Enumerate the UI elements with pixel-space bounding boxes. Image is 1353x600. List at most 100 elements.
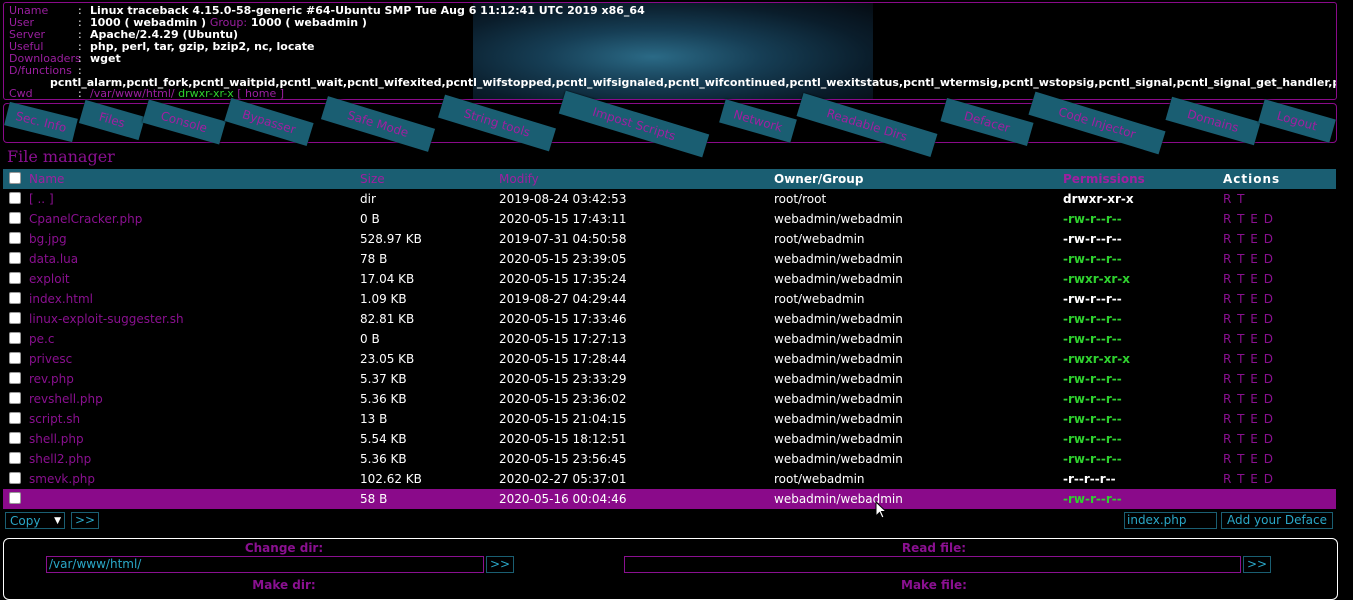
file-name-link[interactable]: bg.jpg [29, 229, 67, 249]
file-row[interactable]: shell.php 5.54 KB 2020-05-15 18:12:51 webad… [3, 429, 1336, 449]
file-actions[interactable]: R T E D [1223, 429, 1274, 449]
row-checkbox[interactable] [9, 472, 21, 484]
file-name-link[interactable]: rev.php [29, 369, 74, 389]
file-permissions[interactable]: -rwxr-xr-x [1063, 269, 1130, 289]
file-permissions[interactable]: -rw-r--r-- [1063, 309, 1122, 329]
file-row[interactable]: bg.jpg 528.97 KB 2019-07-31 04:50:58 root/w… [3, 229, 1336, 249]
file-name-link[interactable]: pe.c [29, 329, 54, 349]
file-permissions[interactable]: -r--r--r-- [1063, 469, 1116, 489]
file-permissions[interactable]: -rw-r--r-- [1063, 489, 1122, 509]
row-checkbox[interactable] [9, 332, 21, 344]
home-link[interactable]: [ home ] [237, 87, 284, 100]
tab-console[interactable]: Console [142, 99, 226, 145]
file-actions[interactable]: R T E D [1223, 469, 1274, 489]
column-permissions[interactable]: Permissions [1063, 169, 1145, 189]
row-checkbox[interactable] [9, 212, 21, 224]
file-name-link[interactable]: exploit [29, 269, 70, 289]
file-row[interactable]: index.html 1.09 KB 2019-08-27 04:29:44 root… [3, 289, 1336, 309]
file-actions[interactable]: R T E D [1223, 349, 1274, 369]
file-name-link[interactable]: shell.php [29, 429, 84, 449]
row-checkbox[interactable] [9, 452, 21, 464]
file-permissions[interactable]: -rw-r--r-- [1063, 369, 1122, 389]
file-row[interactable]: CpanelCracker.php 0 B 2020-05-15 17:43:11 w… [3, 209, 1336, 229]
column-name[interactable]: Name [29, 169, 64, 189]
file-row[interactable]: linux-exploit-suggester.sh 82.81 KB 2020-0… [3, 309, 1336, 329]
file-name-link[interactable]: data.lua [29, 249, 78, 269]
file-actions[interactable]: R T E D [1223, 329, 1274, 349]
file-actions[interactable]: R T E D [1223, 209, 1274, 229]
file-row[interactable]: script.sh 13 B 2020-05-15 21:04:15 webadmin… [3, 409, 1336, 429]
row-checkbox[interactable] [9, 272, 21, 284]
file-row[interactable]: [ .. ] dir 2019-08-24 03:42:53 root/root drw… [3, 189, 1336, 209]
cwd-path-link[interactable]: /var/www/html/ [90, 87, 175, 100]
read-file-input[interactable] [624, 556, 1241, 573]
file-name-link[interactable]: script.sh [29, 409, 80, 429]
file-row[interactable]: pe.c 0 B 2020-05-15 17:27:13 webadmin/webad… [3, 329, 1336, 349]
file-permissions[interactable]: -rw-r--r-- [1063, 449, 1122, 469]
change-dir-input[interactable]: /var/www/html/ [46, 556, 484, 573]
file-permissions[interactable]: -rw-r--r-- [1063, 249, 1122, 269]
file-permissions[interactable]: -rw-r--r-- [1063, 409, 1122, 429]
file-permissions[interactable]: -rw-r--r-- [1063, 229, 1122, 249]
column-size[interactable]: Size [360, 169, 385, 189]
file-actions[interactable]: R T E D [1223, 229, 1274, 249]
tab-logout[interactable]: Logout [1258, 99, 1336, 143]
row-checkbox[interactable] [9, 192, 21, 204]
tab-network[interactable]: Network [719, 99, 797, 143]
tab-bypasser[interactable]: Bypasser [224, 97, 314, 147]
row-checkbox[interactable] [9, 292, 21, 304]
tab-readable-dirs[interactable]: Readable Dirs [796, 93, 938, 157]
file-name-link[interactable]: revshell.php [29, 389, 103, 409]
file-actions[interactable]: R T E D [1223, 309, 1274, 329]
tab-impost-scripts[interactable]: Impost Scripts [558, 90, 710, 158]
file-actions[interactable]: R T E D [1223, 409, 1274, 429]
tab-code-injector[interactable]: Code Injector [1028, 91, 1166, 155]
file-name-link[interactable]: index.html [29, 289, 93, 309]
row-checkbox[interactable] [9, 432, 21, 444]
file-row[interactable]: privesc 23.05 KB 2020-05-15 17:28:44 webadm… [3, 349, 1336, 369]
file-row[interactable]: 58 B 2020-05-16 00:04:46 webadmin/webadmin… [3, 489, 1336, 509]
row-checkbox[interactable] [9, 232, 21, 244]
row-checkbox[interactable] [9, 492, 21, 504]
file-row[interactable]: data.lua 78 B 2020-05-15 23:39:05 webadmin/… [3, 249, 1336, 269]
file-name-link[interactable]: smevk.php [29, 469, 95, 489]
action-select[interactable]: Copy ▼ [5, 512, 65, 529]
tab-defacer[interactable]: Defacer [940, 98, 1034, 146]
row-checkbox[interactable] [9, 392, 21, 404]
add-deface-button[interactable]: Add your Deface [1221, 512, 1333, 529]
file-name-link[interactable]: privesc [29, 349, 72, 369]
file-permissions[interactable]: -rw-r--r-- [1063, 289, 1122, 309]
file-name-link[interactable]: linux-exploit-suggester.sh [29, 309, 184, 329]
select-all-checkbox[interactable] [9, 172, 21, 184]
file-row[interactable]: shell2.php 5.36 KB 2020-05-15 23:56:45 weba… [3, 449, 1336, 469]
file-actions[interactable]: R T [1223, 189, 1245, 209]
tab-files[interactable]: Files [78, 99, 146, 141]
row-checkbox[interactable] [9, 372, 21, 384]
tab-sec-info[interactable]: Sec. Info [4, 101, 78, 143]
row-checkbox[interactable] [9, 352, 21, 364]
tab-string-tools[interactable]: String tools [438, 94, 556, 152]
file-actions[interactable]: R T E D [1223, 289, 1274, 309]
file-permissions[interactable]: -rw-r--r-- [1063, 209, 1122, 229]
file-permissions[interactable]: -rw-r--r-- [1063, 329, 1122, 349]
file-permissions[interactable]: -rw-r--r-- [1063, 389, 1122, 409]
deface-filename-input[interactable]: index.php [1124, 512, 1217, 529]
file-name-link[interactable]: [ .. ] [29, 189, 54, 209]
tab-safe-mode[interactable]: Safe Mode [320, 96, 436, 152]
row-checkbox[interactable] [9, 412, 21, 424]
row-checkbox[interactable] [9, 312, 21, 324]
file-actions[interactable]: R T E D [1223, 249, 1274, 269]
file-actions[interactable]: R T E D [1223, 369, 1274, 389]
file-row[interactable]: revshell.php 5.36 KB 2020-05-15 23:36:02 we… [3, 389, 1336, 409]
file-actions[interactable]: R T E D [1223, 389, 1274, 409]
apply-action-button[interactable]: >> [71, 512, 99, 529]
column-modify[interactable]: Modify [499, 169, 539, 189]
change-dir-button[interactable]: >> [486, 556, 514, 573]
file-name-link[interactable]: CpanelCracker.php [29, 209, 142, 229]
row-checkbox[interactable] [9, 252, 21, 264]
file-permissions[interactable]: -rw-r--r-- [1063, 429, 1122, 449]
read-file-button[interactable]: >> [1243, 556, 1271, 573]
file-permissions[interactable]: -rwxr-xr-x [1063, 349, 1130, 369]
file-row[interactable]: rev.php 5.37 KB 2020-05-15 23:33:29 webadmi… [3, 369, 1336, 389]
file-name-link[interactable]: shell2.php [29, 449, 91, 469]
